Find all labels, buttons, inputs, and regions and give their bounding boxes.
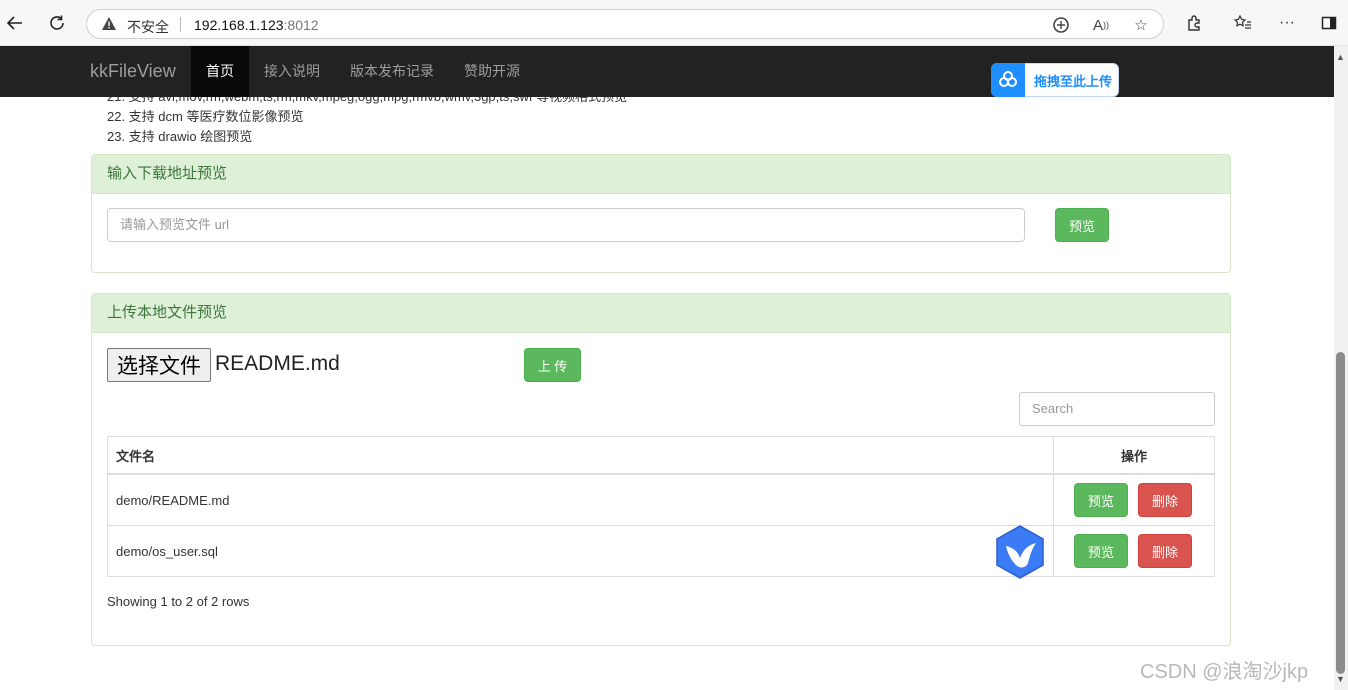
top-navbar: kkFileView 首页 接入说明 版本发布记录 赞助开源 拖拽至此上传 bbox=[0, 46, 1334, 97]
column-header-actions: 操作 bbox=[1053, 436, 1215, 475]
address-bar[interactable]: 不安全 192.168.1.123:8012 A)) ☆ bbox=[86, 9, 1164, 39]
table-header-row: 文件名 操作 bbox=[107, 436, 1215, 475]
reload-icon[interactable] bbox=[44, 10, 70, 36]
nav-item-releases[interactable]: 版本发布记录 bbox=[335, 46, 449, 97]
upload-preview-panel: 上传本地文件预览 选择文件 README.md 上 传 Search 文件名 操… bbox=[91, 293, 1231, 646]
brand-logo[interactable]: kkFileView bbox=[90, 61, 176, 82]
sidebar-toggle-icon[interactable] bbox=[1318, 12, 1340, 34]
row-delete-button[interactable]: 删除 bbox=[1138, 483, 1192, 517]
file-name-cell: demo/os_user.sql bbox=[107, 525, 1054, 577]
scroll-down-icon[interactable]: ▼ bbox=[1336, 674, 1345, 684]
back-icon[interactable] bbox=[2, 10, 28, 36]
extensions-icon[interactable] bbox=[1183, 12, 1205, 34]
file-name-cell: demo/README.md bbox=[107, 473, 1054, 526]
panel-heading: 输入下载地址预览 bbox=[92, 155, 1230, 194]
cloud-icon bbox=[991, 62, 1025, 97]
column-header-filename[interactable]: 文件名 bbox=[107, 436, 1054, 475]
url-port: :8012 bbox=[283, 17, 319, 33]
nav-item-sponsor[interactable]: 赞助开源 bbox=[449, 46, 535, 97]
row-delete-button[interactable]: 删除 bbox=[1138, 534, 1192, 568]
search-input[interactable]: Search bbox=[1019, 392, 1215, 426]
read-aloud-icon[interactable]: A)) bbox=[1091, 15, 1111, 35]
panel-heading: 上传本地文件预览 bbox=[92, 294, 1230, 333]
chosen-file-name: README.md bbox=[215, 352, 340, 375]
security-label[interactable]: 不安全 bbox=[127, 17, 169, 37]
url-preview-panel: 输入下载地址预览 请输入预览文件 url 预览 bbox=[91, 154, 1231, 273]
nav-item-home[interactable]: 首页 bbox=[191, 46, 249, 97]
scrollbar-thumb[interactable] bbox=[1336, 352, 1345, 674]
nav-item-integration[interactable]: 接入说明 bbox=[249, 46, 335, 97]
drag-upload-widget[interactable]: 拖拽至此上传 bbox=[991, 62, 1119, 97]
row-preview-button[interactable]: 预览 bbox=[1074, 534, 1128, 568]
favorite-star-icon[interactable]: ☆ bbox=[1131, 15, 1151, 35]
url-text[interactable]: 192.168.1.123:8012 bbox=[194, 17, 319, 33]
warning-icon[interactable] bbox=[101, 16, 117, 32]
actions-cell: 预览 删除 bbox=[1053, 473, 1215, 526]
more-menu-icon[interactable]: ··· bbox=[1276, 12, 1298, 34]
favorites-list-icon[interactable] bbox=[1232, 12, 1254, 34]
drag-upload-label: 拖拽至此上传 bbox=[1034, 73, 1113, 89]
preview-url-button[interactable]: 预览 bbox=[1055, 208, 1109, 242]
table-row: demo/README.md 预览 删除 bbox=[107, 473, 1215, 526]
browser-toolbar: 不安全 192.168.1.123:8012 A)) ☆ ··· bbox=[0, 0, 1348, 46]
floating-bird-app-icon[interactable] bbox=[994, 524, 1046, 580]
url-input[interactable]: 请输入预览文件 url bbox=[107, 208, 1025, 242]
upload-button[interactable]: 上 传 bbox=[524, 348, 581, 382]
translate-icon[interactable] bbox=[1051, 15, 1071, 35]
address-separator bbox=[180, 17, 181, 32]
feature-item: 22. 支持 dcm 等医疗数位影像预览 bbox=[107, 109, 304, 124]
choose-file-button[interactable]: 选择文件 bbox=[107, 348, 211, 382]
csdn-watermark: CSDN @浪淘沙jkp bbox=[1140, 661, 1309, 683]
table-row: demo/os_user.sql 预览 删除 bbox=[107, 525, 1215, 577]
file-table: 文件名 操作 demo/README.md 预览 删除 demo/os_user… bbox=[107, 436, 1215, 577]
actions-cell: 预览 删除 bbox=[1053, 525, 1215, 577]
url-host: 192.168.1.123 bbox=[194, 17, 284, 33]
feature-item: 23. 支持 drawio 绘图预览 bbox=[107, 129, 253, 144]
pagination-info: Showing 1 to 2 of 2 rows bbox=[107, 594, 250, 609]
row-preview-button[interactable]: 预览 bbox=[1074, 483, 1128, 517]
scroll-up-icon[interactable]: ▲ bbox=[1336, 52, 1345, 62]
